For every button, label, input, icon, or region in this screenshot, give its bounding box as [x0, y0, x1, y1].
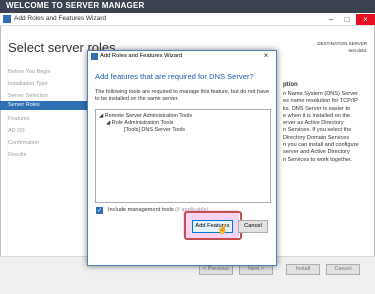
include-tools-text: Include management tools	[108, 207, 176, 213]
description-line: es name resolution for TCP/IP	[283, 98, 358, 105]
maximize-button[interactable]: □	[339, 14, 355, 25]
nav-item-results[interactable]: Results	[8, 152, 26, 158]
description-line: n Services to work together.	[283, 156, 353, 163]
tree-item: ◢ Role Administration Tools	[106, 120, 173, 126]
nav-item-confirmation[interactable]: Confirmation	[8, 140, 39, 146]
description-line: Directory Domain Services	[283, 134, 350, 141]
minimize-button[interactable]: –	[323, 14, 339, 25]
destination-server-name: test-ds01	[348, 48, 367, 53]
nav-item-server-selection[interactable]: Server Selection	[8, 93, 48, 99]
close-button[interactable]: ×	[356, 14, 375, 25]
description-line: server and Active Directory	[283, 149, 350, 156]
tree-item-label: Remote Server Administration Tools	[104, 113, 193, 119]
description-line: n you can install and configure	[283, 142, 359, 149]
destination-server-label: DESTINATION SERVER	[317, 41, 367, 46]
nav-item-ad-ds[interactable]: AD DS	[8, 128, 25, 134]
dialog-cancel-button[interactable]: Cancel	[238, 220, 268, 233]
description-line: e when it is installed on the	[283, 112, 351, 119]
dialog-info-text: The following tools are required to mana…	[95, 89, 269, 102]
tree-item: [Tools] DNS Server Tools	[124, 127, 185, 133]
tree-item-label: [Tools] DNS Server Tools	[124, 127, 186, 133]
server-manager-title: WELCOME TO SERVER MANAGER	[6, 1, 145, 10]
nav-item-features[interactable]: Features	[8, 116, 30, 122]
description-line: erver as Active Directory	[283, 120, 344, 127]
install-button[interactable]: Install	[286, 264, 320, 275]
description-line: ks. DNS Server is easier to	[283, 105, 351, 112]
nav-item-server-roles[interactable]: Server Roles	[0, 101, 100, 110]
background-wizard-title: Add Roles and Features Wizard	[14, 15, 107, 22]
wizard-app-icon	[91, 53, 98, 60]
nav-item-before-you-begin[interactable]: Before You Begin	[8, 69, 51, 75]
tree-item: ◢ Remote Server Administration Tools	[99, 113, 192, 119]
dialog-heading: Add features that are required for DNS S…	[95, 72, 254, 81]
role-description: n Name System (DNS) Server es name resol…	[283, 91, 367, 164]
required-features-list: ◢ Remote Server Administration Tools ◢ R…	[95, 109, 271, 203]
wizard-cancel-button[interactable]: Cancel	[326, 264, 360, 275]
description-line: n Name System (DNS) Server	[283, 91, 358, 97]
dialog-close-icon[interactable]: ×	[259, 51, 273, 61]
include-management-tools-checkbox[interactable]: ✓	[96, 207, 103, 214]
description-section-label: ption	[283, 82, 298, 88]
description-line: n Services. If you select the	[283, 127, 352, 134]
dialog-title: Add Roles and Features Wizard	[100, 53, 183, 59]
nav-item-installation-type[interactable]: Installation Type	[8, 81, 48, 87]
tree-item-label: Role Administration Tools	[111, 120, 174, 126]
wizard-app-icon	[3, 15, 11, 23]
hand-cursor-icon: ☝	[217, 224, 229, 234]
